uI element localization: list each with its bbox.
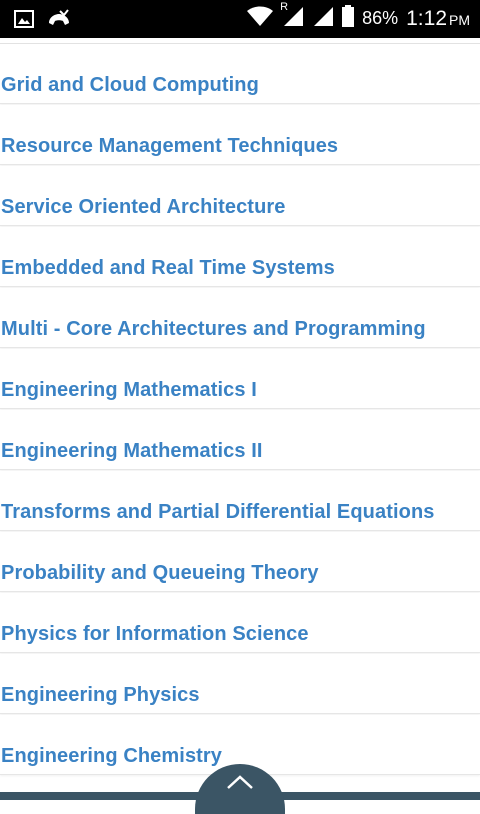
subject-list: Grid and Cloud Computing Resource Manage… bbox=[0, 44, 480, 776]
chevron-up-icon bbox=[227, 775, 253, 789]
list-item[interactable]: Embedded and Real Time Systems bbox=[0, 227, 480, 287]
list-item[interactable]: Physics for Information Science bbox=[0, 593, 480, 653]
subject-link[interactable]: Probability and Queueing Theory bbox=[1, 562, 319, 585]
list-item[interactable]: Resource Management Techniques bbox=[0, 105, 480, 165]
subject-link[interactable]: Service Oriented Architecture bbox=[1, 196, 286, 219]
missed-call-icon bbox=[46, 7, 72, 36]
clock: 1:12 PM bbox=[406, 7, 470, 31]
list-item[interactable]: Probability and Queueing Theory bbox=[0, 532, 480, 592]
subject-link[interactable]: Engineering Mathematics II bbox=[1, 440, 263, 463]
image-icon bbox=[14, 9, 34, 34]
subject-link[interactable]: Multi - Core Architectures and Programmi… bbox=[1, 318, 426, 341]
battery-percent: 86% bbox=[362, 8, 399, 28]
subject-link[interactable]: Engineering Mathematics I bbox=[1, 379, 257, 402]
wifi-icon bbox=[246, 5, 274, 32]
list-item[interactable]: Engineering Physics bbox=[0, 654, 480, 714]
clock-ampm: PM bbox=[449, 11, 470, 28]
list-item[interactable]: Engineering Mathematics II bbox=[0, 410, 480, 470]
subject-link[interactable]: Physics for Information Science bbox=[1, 623, 309, 646]
status-bar: R 86% 1:12 PM bbox=[0, 0, 480, 38]
subject-link[interactable]: Embedded and Real Time Systems bbox=[1, 257, 335, 280]
status-bar-system: R 86% 1:12 PM bbox=[246, 1, 470, 32]
list-item[interactable]: Multi - Core Architectures and Programmi… bbox=[0, 288, 480, 348]
signal-icon bbox=[312, 5, 334, 32]
subject-list-container[interactable]: Grid and Cloud Computing Resource Manage… bbox=[0, 38, 480, 792]
network-label: R bbox=[280, 1, 289, 13]
subject-link[interactable]: Transforms and Partial Differential Equa… bbox=[1, 501, 434, 524]
subject-link[interactable]: Engineering Chemistry bbox=[1, 745, 222, 768]
list-item[interactable]: Grid and Cloud Computing bbox=[0, 44, 480, 104]
roaming-signal-icon: R bbox=[280, 1, 304, 32]
list-item[interactable]: Service Oriented Architecture bbox=[0, 166, 480, 226]
list-item[interactable]: Engineering Mathematics I bbox=[0, 349, 480, 409]
status-bar-notifications bbox=[14, 7, 72, 36]
subject-link[interactable]: Engineering Physics bbox=[1, 684, 200, 707]
battery-icon bbox=[342, 5, 355, 32]
subject-link[interactable]: Resource Management Techniques bbox=[1, 135, 338, 158]
clock-time: 1:12 bbox=[406, 6, 447, 30]
list-item[interactable]: Transforms and Partial Differential Equa… bbox=[0, 471, 480, 531]
subject-link[interactable]: Grid and Cloud Computing bbox=[1, 74, 259, 97]
